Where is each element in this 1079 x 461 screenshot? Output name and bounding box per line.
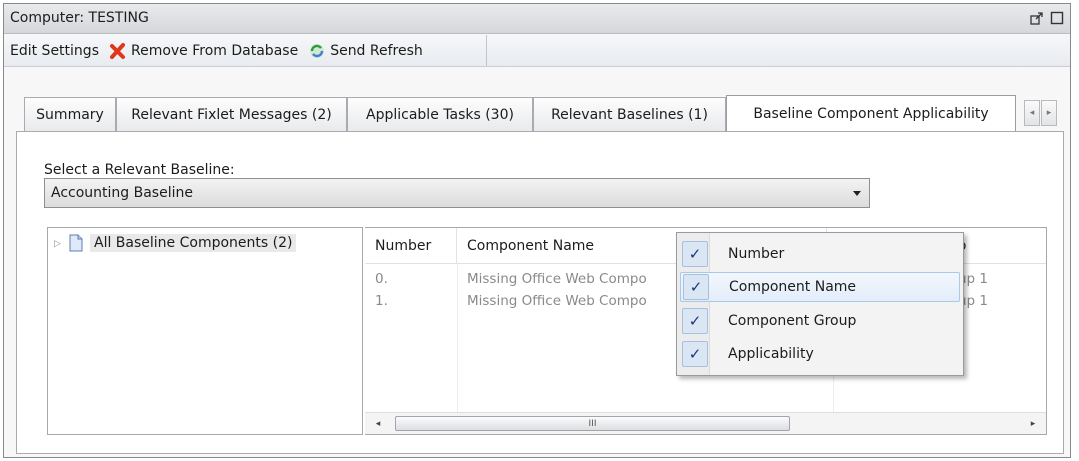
document-icon [69, 234, 83, 252]
chevron-left-icon: ◂ [1029, 108, 1035, 118]
menu-item-label: Applicability [728, 346, 814, 362]
tab-applicable-tasks[interactable]: Applicable Tasks (30) [347, 97, 533, 131]
tab-baseline-component-applicability[interactable]: Baseline Component Applicability [726, 95, 1016, 131]
remove-x-icon [109, 42, 125, 59]
column-header-label: Component Name [467, 238, 595, 254]
maximize-icon[interactable] [1050, 11, 1064, 25]
toolbar: Edit Settings Remove From Database Send … [4, 35, 1070, 67]
edit-settings-button[interactable]: Edit Settings [10, 43, 99, 59]
tab-label: Summary [36, 106, 104, 123]
tab-scroll-right-button[interactable]: ▸ [1041, 100, 1057, 126]
tab-scroll-left-button[interactable]: ◂ [1024, 100, 1040, 126]
menu-item-number[interactable]: ✓ Number [680, 239, 960, 269]
tab-relevant-baselines[interactable]: Relevant Baselines (1) [533, 97, 726, 131]
row-component-name: Missing Office Web Compo [467, 293, 647, 309]
title-bar: Computer: TESTING [4, 4, 1070, 34]
horizontal-scrollbar[interactable]: ◂ III ▸ [365, 412, 1046, 434]
chevron-right-icon: ▸ [1046, 108, 1052, 118]
checkmark-icon: ✓ [683, 274, 709, 300]
tab-label: Applicable Tasks (30) [366, 106, 514, 123]
scroll-right-arrow-icon[interactable]: ▸ [1026, 416, 1040, 431]
window-controls [1030, 11, 1064, 25]
computer-window: Computer: TESTING Edit Settings Remove F… [3, 3, 1071, 458]
tab-label: Relevant Baselines (1) [551, 106, 708, 123]
remove-from-database-button[interactable]: Remove From Database [109, 42, 298, 60]
select-baseline-label: Select a Relevant Baseline: [44, 162, 235, 178]
menu-item-applicability[interactable]: ✓ Applicability [680, 339, 960, 369]
tree-item-label: All Baseline Components (2) [90, 234, 297, 252]
dropdown-arrow-icon [853, 191, 861, 196]
menu-item-label: Number [728, 246, 785, 262]
tab-summary[interactable]: Summary [24, 97, 116, 131]
row-number: 0. [375, 271, 388, 287]
expand-arrow-icon[interactable]: ▷ [54, 239, 62, 249]
remove-from-database-label: Remove From Database [130, 42, 299, 59]
baseline-select[interactable]: Accounting Baseline [44, 178, 870, 208]
tab-label: Relevant Fixlet Messages (2) [131, 106, 332, 123]
menu-item-label: Component Group [728, 313, 857, 329]
checkmark-icon: ✓ [682, 308, 708, 334]
menu-item-label: Component Name [729, 279, 857, 295]
checkmark-icon: ✓ [682, 241, 708, 267]
tab-relevant-fixlet-messages[interactable]: Relevant Fixlet Messages (2) [116, 97, 347, 131]
column-header-number[interactable]: Number [365, 228, 457, 264]
send-refresh-button[interactable]: Send Refresh [308, 42, 423, 60]
selected-baseline-value: Accounting Baseline [51, 185, 193, 201]
checkmark-icon: ✓ [682, 341, 708, 367]
scrollbar-thumb[interactable]: III [395, 416, 790, 431]
component-tree: ▷ All Baseline Components (2) [47, 227, 363, 435]
column-chooser-menu: ✓ Number ✓ Component Name ✓ Component Gr… [676, 232, 964, 376]
menu-item-component-group[interactable]: ✓ Component Group [680, 306, 960, 336]
toolbar-group: Edit Settings Remove From Database Send … [4, 35, 487, 66]
row-component-name: Missing Office Web Compo [467, 271, 647, 287]
column-header-label: Number [375, 238, 432, 254]
send-refresh-label: Send Refresh [330, 42, 423, 59]
tree-item-all-baseline-components[interactable]: ▷ All Baseline Components (2) [54, 232, 297, 254]
tab-label: Baseline Component Applicability [753, 105, 989, 122]
row-number: 1. [375, 293, 388, 309]
window-title: Computer: TESTING [10, 10, 149, 26]
menu-item-component-name[interactable]: ✓ Component Name [680, 272, 960, 302]
scroll-left-arrow-icon[interactable]: ◂ [371, 416, 385, 431]
edit-settings-label: Edit Settings [10, 42, 99, 59]
undock-icon[interactable] [1030, 11, 1044, 25]
refresh-icon [310, 43, 325, 58]
scrollbar-grip: III [588, 418, 597, 429]
